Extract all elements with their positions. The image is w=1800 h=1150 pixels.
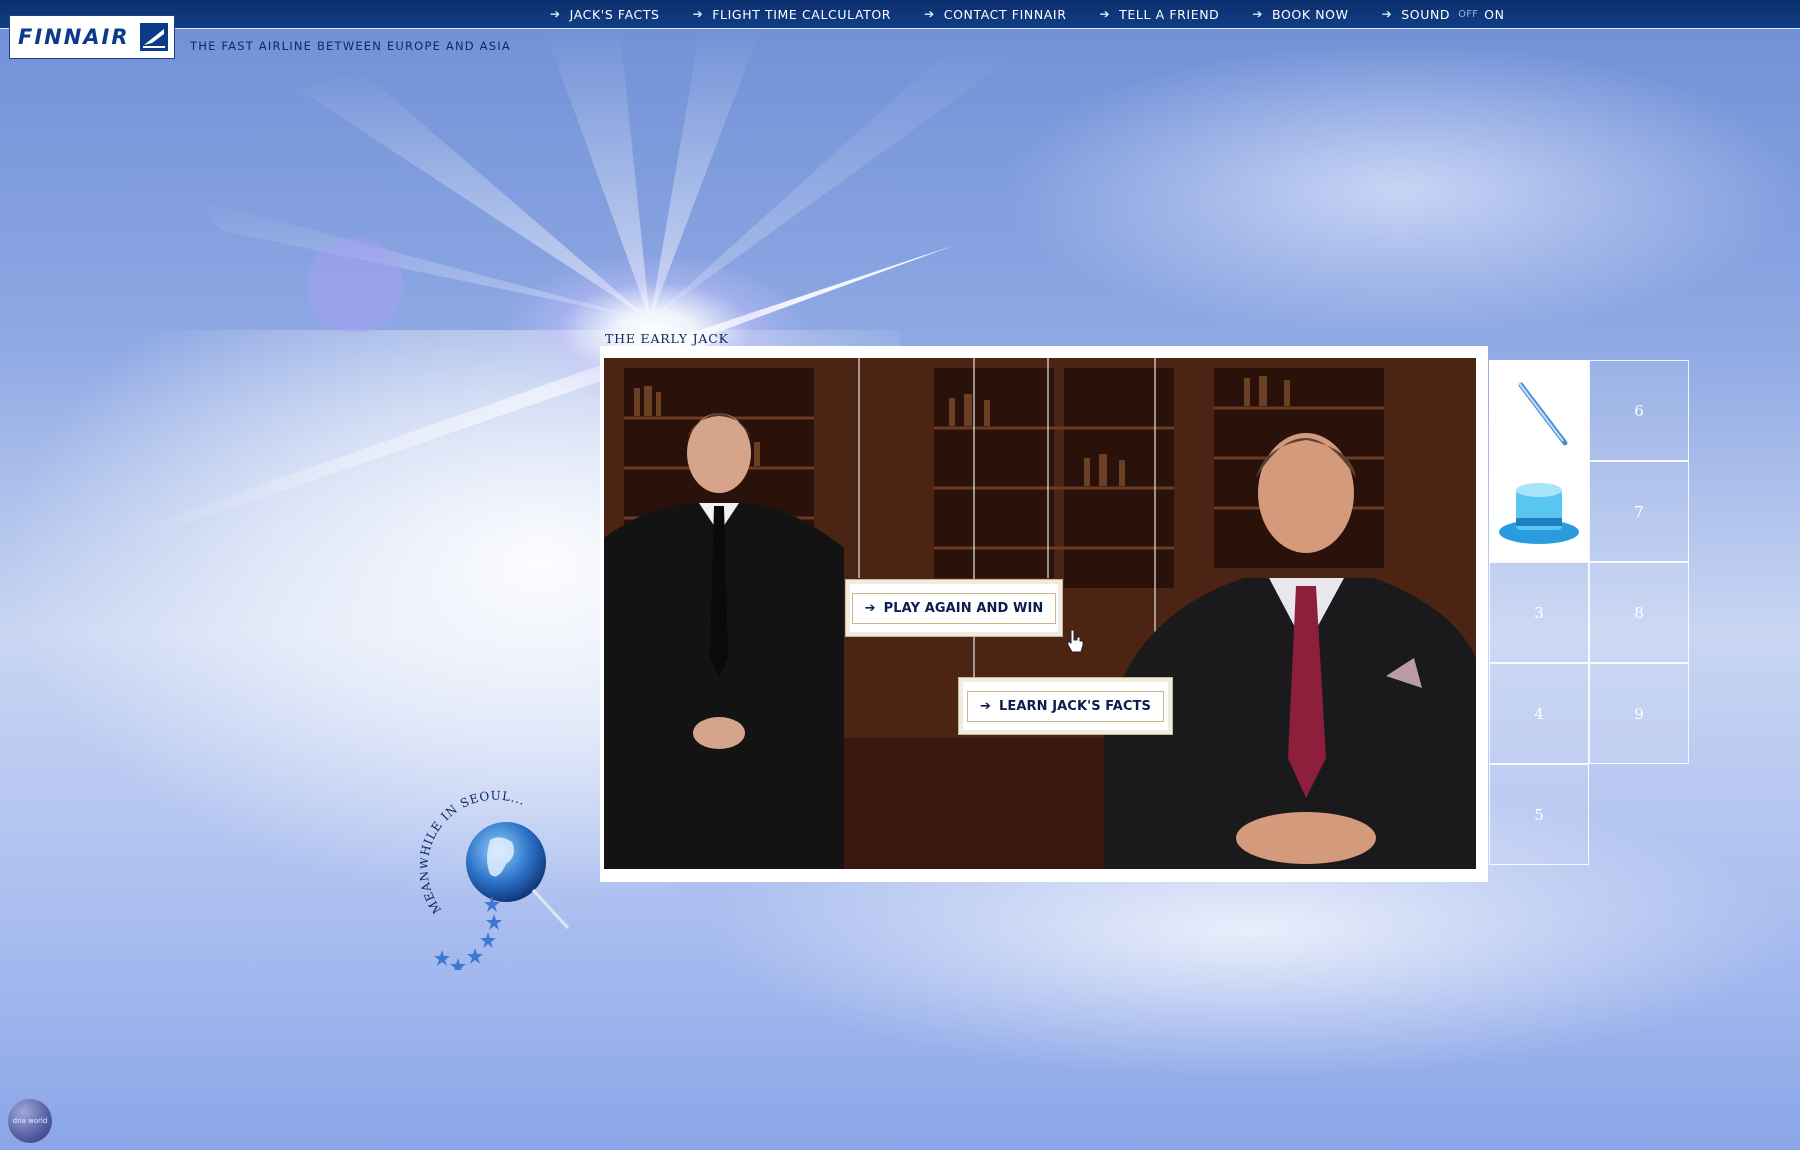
logo-wordmark: FINNAIR bbox=[18, 25, 130, 49]
nav-tell-a-friend[interactable]: ➔ TELL A FRIEND bbox=[1100, 7, 1220, 22]
grid-cell-9[interactable]: 9 bbox=[1589, 663, 1689, 764]
play-again-button[interactable]: ➔ PLAY AGAIN AND WIN bbox=[845, 579, 1063, 637]
learn-facts-button[interactable]: ➔ LEARN JACK'S FACTS bbox=[958, 677, 1173, 735]
arrow-right-icon: ➔ bbox=[550, 7, 561, 21]
learn-facts-inner: ➔ LEARN JACK'S FACTS bbox=[966, 690, 1165, 722]
arrow-right-icon: ➔ bbox=[924, 7, 935, 21]
lens-flare bbox=[307, 237, 403, 333]
grid-cell-7[interactable]: 7 bbox=[1589, 461, 1689, 562]
nav-jacks-facts[interactable]: ➔ JACK'S FACTS bbox=[550, 7, 660, 22]
arrow-right-icon: ➔ bbox=[1381, 7, 1393, 21]
arrow-right-icon: ➔ bbox=[1099, 7, 1111, 21]
grid-cell-6[interactable]: 6 bbox=[1589, 360, 1689, 461]
sound-label: SOUND bbox=[1401, 6, 1451, 22]
nav-label: BOOK NOW bbox=[1272, 6, 1349, 22]
nav-label: CONTACT FINNAIR bbox=[943, 6, 1067, 22]
feather-quill-icon bbox=[1518, 381, 1568, 445]
nav-sound-toggle[interactable]: ➔ SOUND OFF ON bbox=[1382, 7, 1505, 22]
collectibles-grid: 3 4 5 6 7 8 9 bbox=[1489, 360, 1689, 865]
nav-flight-time-calculator[interactable]: ➔ FLIGHT TIME CALCULATOR bbox=[693, 7, 891, 22]
globe-handle bbox=[531, 888, 570, 930]
agency-badge[interactable]: dna world bbox=[8, 1099, 52, 1143]
top-nav-bar: ➔ JACK'S FACTS ➔ FLIGHT TIME CALCULATOR … bbox=[0, 0, 1800, 29]
top-hat-icon bbox=[1499, 482, 1579, 544]
video-player[interactable]: ➔ PLAY AGAIN AND WIN ➔ LEARN JACK'S FACT… bbox=[604, 358, 1476, 869]
nav-label: TELL A FRIEND bbox=[1119, 6, 1220, 22]
grid-cell-2[interactable] bbox=[1489, 461, 1589, 562]
arrow-right-icon: ➔ bbox=[979, 698, 991, 714]
video-title: THE EARLY JACK bbox=[605, 331, 729, 346]
nav-label: FLIGHT TIME CALCULATOR bbox=[712, 6, 892, 22]
learn-facts-label: LEARN JACK'S FACTS bbox=[998, 698, 1152, 714]
sound-off-option[interactable]: OFF bbox=[1458, 9, 1478, 20]
arrow-right-icon: ➔ bbox=[864, 600, 876, 616]
finnair-emblem-icon bbox=[139, 23, 168, 51]
tagline: THE FAST AIRLINE BETWEEN EUROPE AND ASIA bbox=[190, 39, 511, 53]
meanwhile-in-seoul-link[interactable]: MEANWHILE IN SEOUL... bbox=[416, 789, 600, 974]
grid-cell-8[interactable]: 8 bbox=[1589, 562, 1689, 663]
star-icons bbox=[434, 896, 502, 974]
grid-cell-3[interactable]: 3 bbox=[1489, 562, 1589, 663]
play-again-label: PLAY AGAIN AND WIN bbox=[883, 600, 1044, 616]
arrow-right-icon: ➔ bbox=[692, 7, 704, 21]
grid-cell-5[interactable]: 5 bbox=[1489, 764, 1589, 865]
sound-on-option[interactable]: ON bbox=[1484, 7, 1504, 22]
nav-contact-finnair[interactable]: ➔ CONTACT FINNAIR bbox=[924, 7, 1066, 22]
nav-book-now[interactable]: ➔ BOOK NOW bbox=[1252, 7, 1348, 22]
hand-cursor-icon bbox=[1067, 629, 1084, 653]
arrow-right-icon: ➔ bbox=[1252, 7, 1264, 21]
main-nav: ➔ JACK'S FACTS ➔ FLIGHT TIME CALCULATOR … bbox=[550, 0, 1538, 28]
nav-label: JACK'S FACTS bbox=[569, 6, 660, 22]
grid-cell-1[interactable] bbox=[1489, 360, 1589, 461]
play-again-inner: ➔ PLAY AGAIN AND WIN bbox=[851, 592, 1057, 624]
grid-cell-4[interactable]: 4 bbox=[1489, 663, 1589, 764]
finnair-logo[interactable]: FINNAIR bbox=[9, 15, 175, 59]
